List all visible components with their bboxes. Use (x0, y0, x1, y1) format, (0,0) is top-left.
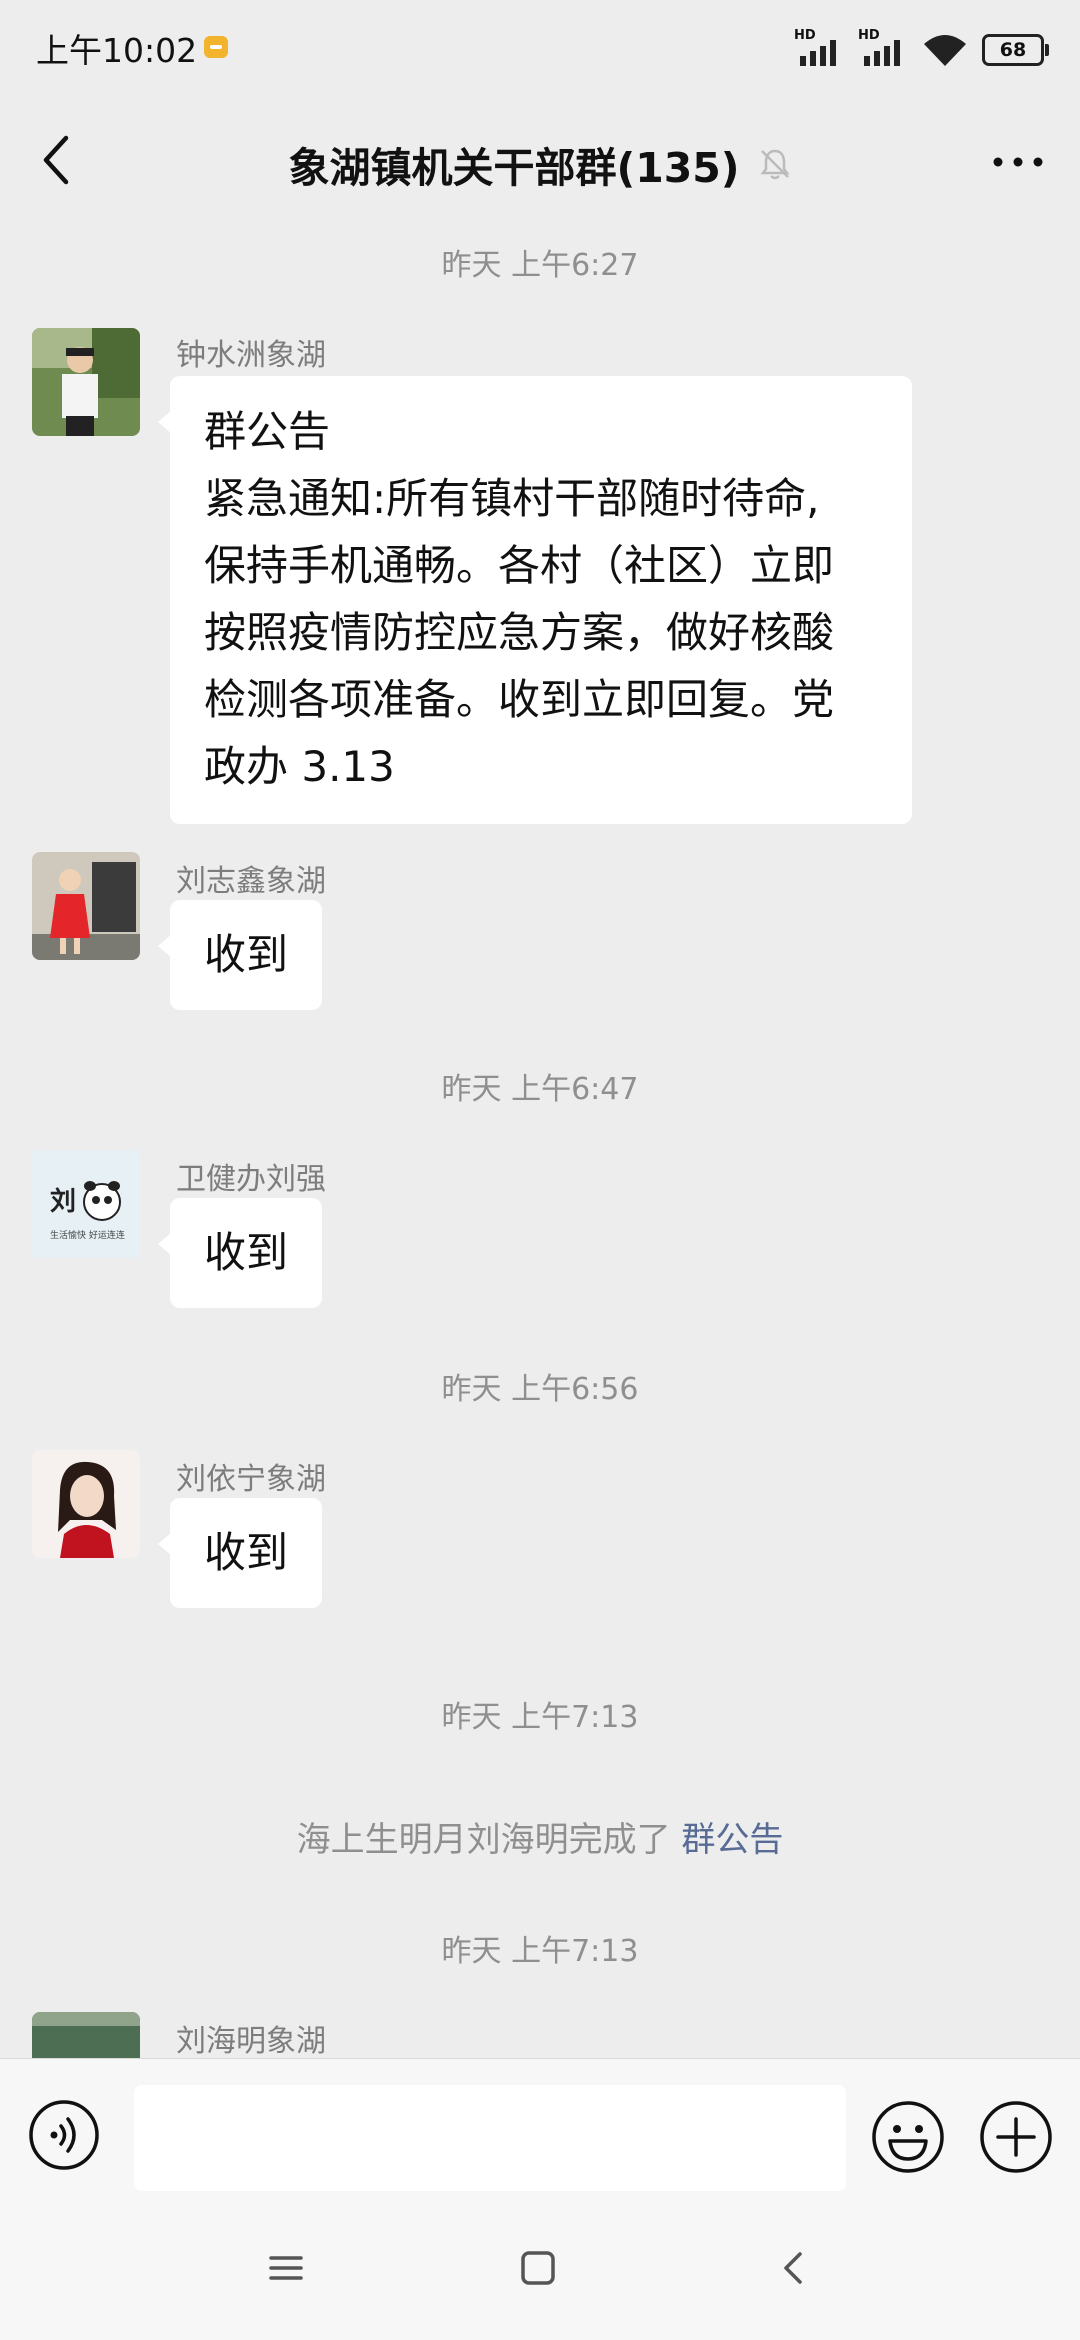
chat-title: 象湖镇机关干部群(135) (288, 144, 740, 192)
message-input[interactable] (134, 2085, 846, 2191)
status-time: 上午10:02 (36, 31, 198, 70)
avatar-text: 刘 (50, 1187, 76, 1217)
timestamp-label: 昨天 上午7:13 (441, 1934, 639, 1969)
title-bar: 象湖镇机关干部群(135) (0, 110, 1080, 210)
notice-line: 紧急通知:所有镇村干部随时待命, (204, 474, 820, 523)
notice-line: 政办 3.13 (204, 742, 395, 791)
avatar[interactable] (32, 1450, 140, 1558)
timestamp-label: 昨天 上午6:56 (441, 1372, 639, 1407)
notice-line: 按照疫情防控应急方案，做好核酸 (204, 608, 835, 657)
system-message-text: 海上生明月刘海明完成了 (296, 1820, 682, 1860)
timestamp-label: 昨天 上午7:13 (441, 1700, 639, 1735)
message-bubble[interactable]: 收到 (157, 1198, 323, 1308)
voice-icon[interactable] (28, 2099, 100, 2171)
group-notice-bubble[interactable]: 群公告 紧急通知:所有镇村干部随时待命, 保持手机通畅。各村（社区）立即 按照疫… (158, 376, 912, 824)
message-bubble[interactable]: 收到 (157, 1498, 323, 1608)
mute-bell-icon (760, 149, 790, 180)
avatar[interactable] (32, 328, 140, 436)
wifi-icon (924, 35, 966, 66)
group-notice-link[interactable]: 群公告 (681, 1820, 783, 1860)
notification-icon (204, 36, 228, 58)
menu-icon[interactable] (268, 2250, 304, 2286)
status-bar: 上午10:02 HD HD 68 (0, 0, 1080, 100)
notice-line: 检测各项准备。收到立即回复。党 (204, 675, 835, 724)
sender-name: 刘依宁象湖 (176, 1462, 326, 1497)
status-icons: HD HD 68 (794, 28, 1049, 70)
timestamp-label: 昨天 上午6:27 (441, 248, 639, 283)
message-bubble[interactable]: 收到 (157, 900, 323, 1010)
avatar[interactable] (32, 852, 140, 960)
home-icon[interactable] (520, 2250, 556, 2286)
signal-icon: HD (858, 28, 908, 68)
plus-icon[interactable] (978, 2099, 1054, 2175)
sender-name: 刘志鑫象湖 (176, 864, 326, 899)
notice-line: 群公告 (204, 407, 331, 456)
system-nav-bar (0, 2208, 1080, 2340)
emoji-icon[interactable] (870, 2099, 946, 2175)
avatar[interactable]: 刘 生活愉快 好运连连 (32, 1150, 140, 1258)
timestamp-label: 昨天 上午6:47 (441, 1072, 639, 1107)
signal-icon: HD (794, 28, 844, 68)
sender-name: 钟水洲象湖 (176, 338, 326, 373)
system-message: 海上生明月刘海明完成了 群公告 (0, 1812, 1080, 1861)
sender-name: 卫健办刘强 (176, 1162, 326, 1197)
more-icon[interactable] (986, 134, 1050, 190)
back-nav-icon[interactable] (776, 2250, 812, 2286)
sender-name: 刘海明象湖 (176, 2024, 326, 2059)
avatar[interactable] (32, 2012, 140, 2058)
input-bar (0, 2058, 1080, 2209)
avatar-caption: 生活愉快 好运连连 (50, 1229, 125, 1241)
notice-line: 保持手机通畅。各村（社区）立即 (204, 541, 835, 590)
battery-indicator: 68 (982, 34, 1049, 66)
